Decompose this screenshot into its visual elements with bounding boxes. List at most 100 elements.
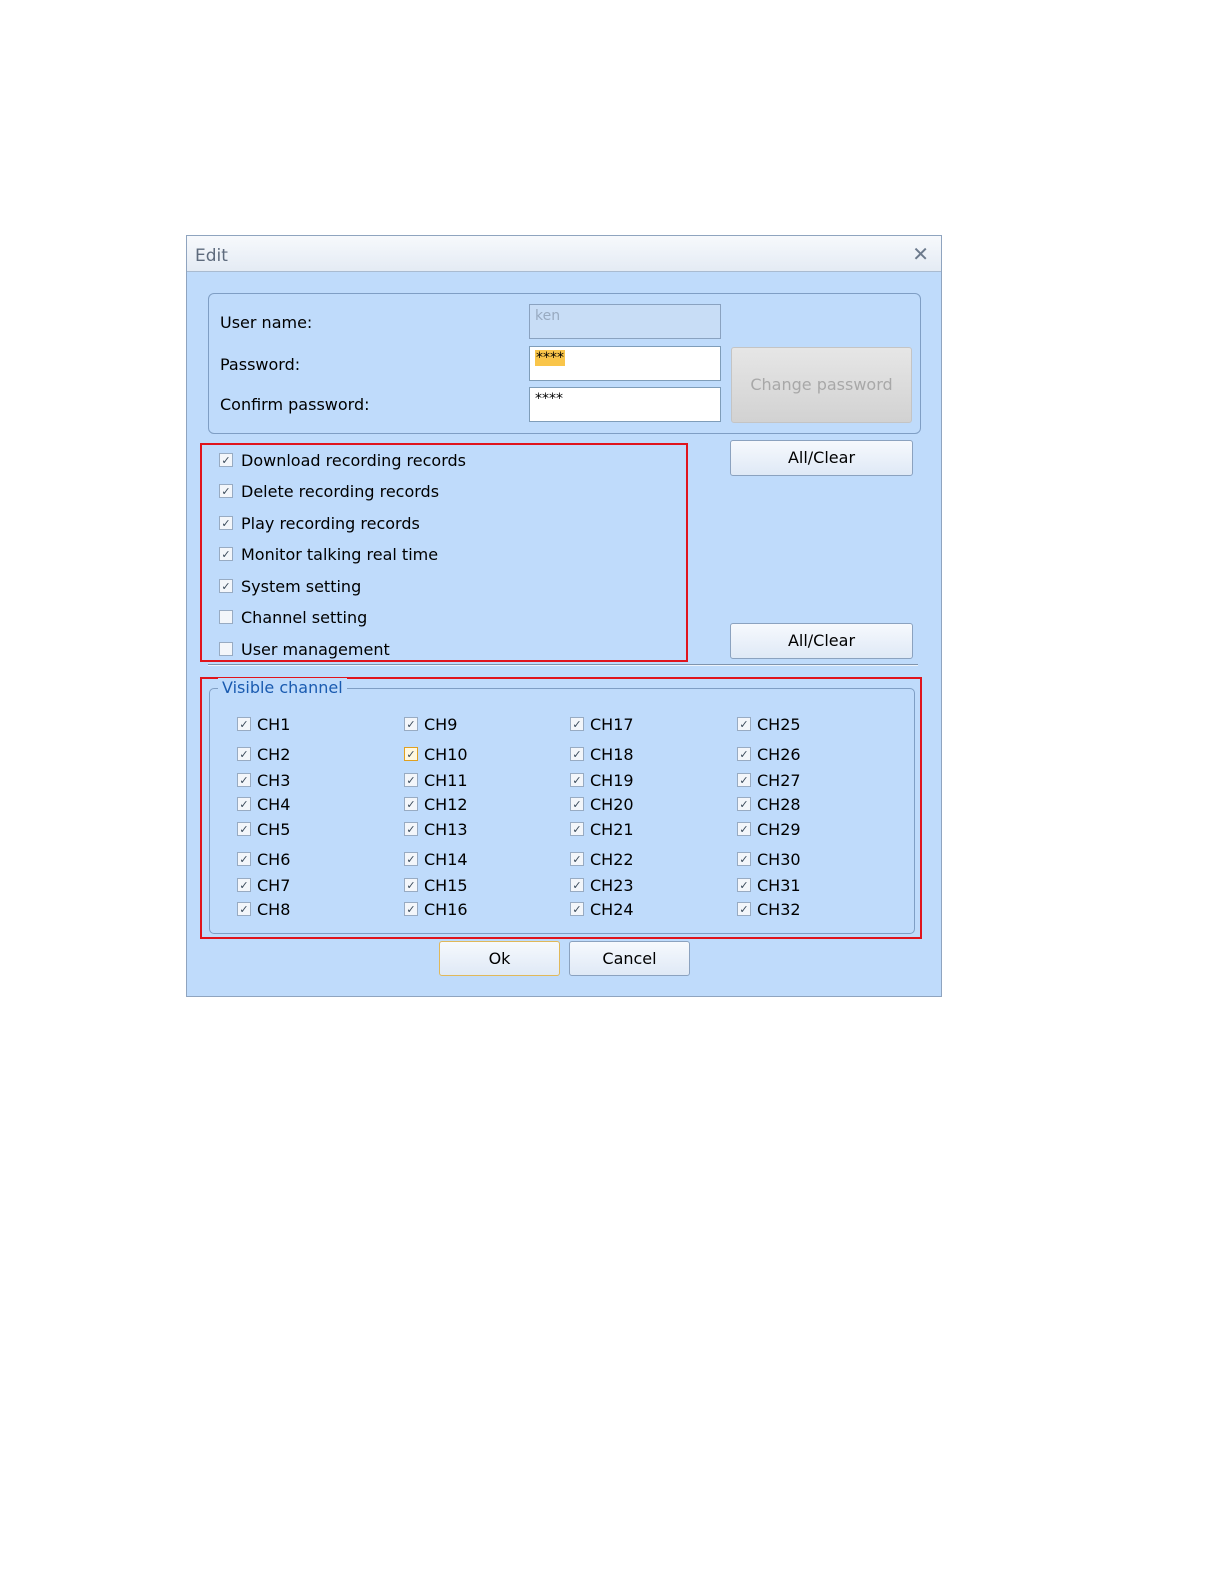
channel-checkbox[interactable]: ✓	[237, 717, 251, 731]
permission-item[interactable]: ✓ System setting	[219, 575, 361, 597]
channel-checkbox[interactable]: ✓	[404, 822, 418, 836]
password-field[interactable]: ****	[529, 346, 721, 381]
channel-checkbox[interactable]: ✓	[570, 773, 584, 787]
channel-checkbox[interactable]: ✓	[737, 717, 751, 731]
channel-label: CH23	[590, 875, 634, 895]
close-icon[interactable]: ✕	[912, 242, 929, 266]
channel-item[interactable]: ✓ CH24	[570, 899, 634, 919]
permission-checkbox[interactable]	[219, 642, 233, 656]
channel-item[interactable]: ✓ CH32	[737, 899, 801, 919]
channel-checkbox[interactable]: ✓	[570, 822, 584, 836]
channel-item[interactable]: ✓ CH4	[237, 794, 290, 814]
channel-checkbox[interactable]: ✓	[404, 773, 418, 787]
channel-item[interactable]: ✓ CH18	[570, 744, 634, 764]
user-name-label: User name:	[220, 313, 313, 332]
channel-item[interactable]: ✓ CH26	[737, 744, 801, 764]
channel-checkbox[interactable]: ✓	[737, 773, 751, 787]
channel-checkbox[interactable]: ✓	[737, 902, 751, 916]
channel-checkbox[interactable]: ✓	[237, 902, 251, 916]
permission-item[interactable]: ✓ Play recording records	[219, 512, 420, 534]
channel-checkbox[interactable]: ✓	[570, 878, 584, 892]
change-password-button[interactable]: Change password	[731, 347, 912, 423]
channel-item[interactable]: ✓ CH8	[237, 899, 290, 919]
permission-checkbox[interactable]: ✓	[219, 516, 233, 530]
channel-label: CH17	[590, 714, 634, 734]
permission-item[interactable]: ✓ Download recording records	[219, 449, 466, 471]
channel-checkbox[interactable]: ✓	[404, 717, 418, 731]
channel-checkbox[interactable]: ✓	[737, 822, 751, 836]
channel-item[interactable]: ✓ CH9	[404, 714, 457, 734]
credentials-panel: User name: ken Password: **** Confirm pa…	[208, 293, 921, 434]
channel-checkbox[interactable]: ✓	[737, 797, 751, 811]
user-name-field[interactable]: ken	[529, 304, 721, 339]
channel-item[interactable]: ✓ CH15	[404, 875, 468, 895]
channel-item[interactable]: ✓ CH19	[570, 770, 634, 790]
channel-item[interactable]: ✓ CH11	[404, 770, 468, 790]
permission-item[interactable]: ✓ Delete recording records	[219, 480, 439, 502]
channel-item[interactable]: ✓ CH22	[570, 849, 634, 869]
channel-checkbox[interactable]: ✓	[237, 878, 251, 892]
password-label: Password:	[220, 355, 301, 374]
permission-checkbox[interactable]	[219, 610, 233, 624]
channel-label: CH29	[757, 819, 801, 839]
channel-checkbox[interactable]: ✓	[237, 822, 251, 836]
channel-item[interactable]: ✓ CH29	[737, 819, 801, 839]
channel-item[interactable]: ✓ CH17	[570, 714, 634, 734]
channel-item[interactable]: ✓ CH12	[404, 794, 468, 814]
channel-item[interactable]: ✓ CH31	[737, 875, 801, 895]
channel-checkbox[interactable]: ✓	[737, 747, 751, 761]
channel-item[interactable]: ✓ CH20	[570, 794, 634, 814]
channel-checkbox[interactable]: ✓	[570, 902, 584, 916]
channel-item[interactable]: ✓ CH5	[237, 819, 290, 839]
channel-item[interactable]: ✓ CH25	[737, 714, 801, 734]
channel-checkbox[interactable]: ✓	[737, 852, 751, 866]
channel-item[interactable]: ✓ CH28	[737, 794, 801, 814]
cancel-button[interactable]: Cancel	[569, 941, 690, 976]
channel-item[interactable]: ✓ CH3	[237, 770, 290, 790]
section-divider	[208, 664, 918, 666]
channel-item[interactable]: ✓ CH16	[404, 899, 468, 919]
channel-item[interactable]: ✓ CH23	[570, 875, 634, 895]
permission-checkbox[interactable]: ✓	[219, 579, 233, 593]
channel-item[interactable]: ✓ CH1	[237, 714, 290, 734]
channel-checkbox[interactable]: ✓	[570, 797, 584, 811]
channel-item[interactable]: ✓ CH21	[570, 819, 634, 839]
permission-checkbox[interactable]: ✓	[219, 453, 233, 467]
channels-all-clear-button[interactable]: All/Clear	[730, 623, 913, 659]
channel-checkbox[interactable]: ✓	[737, 878, 751, 892]
ok-button[interactable]: Ok	[439, 941, 560, 976]
permissions-all-clear-button[interactable]: All/Clear	[730, 440, 913, 476]
channel-item[interactable]: ✓ CH27	[737, 770, 801, 790]
channel-checkbox[interactable]: ✓	[237, 852, 251, 866]
confirm-password-field[interactable]: ****	[529, 387, 721, 422]
channel-label: CH30	[757, 849, 801, 869]
channel-checkbox[interactable]: ✓	[404, 852, 418, 866]
channel-checkbox[interactable]: ✓	[404, 797, 418, 811]
channel-checkbox[interactable]: ✓	[570, 852, 584, 866]
channel-item[interactable]: ✓ CH30	[737, 849, 801, 869]
channel-label: CH2	[257, 744, 291, 764]
permission-checkbox[interactable]: ✓	[219, 484, 233, 498]
channel-label: CH10	[424, 744, 468, 764]
channel-checkbox[interactable]: ✓	[404, 902, 418, 916]
channel-item[interactable]: ✓ CH14	[404, 849, 468, 869]
channel-item[interactable]: ✓ CH13	[404, 819, 468, 839]
channel-item[interactable]: ✓ CH7	[237, 875, 290, 895]
channel-item[interactable]: ✓ CH2	[237, 744, 290, 764]
channel-checkbox[interactable]: ✓	[570, 747, 584, 761]
channel-item[interactable]: ✓ CH10	[404, 744, 468, 764]
channel-checkbox[interactable]: ✓	[237, 773, 251, 787]
channel-checkbox[interactable]: ✓	[237, 747, 251, 761]
channel-checkbox[interactable]: ✓	[237, 797, 251, 811]
channel-label: CH11	[424, 770, 468, 790]
channel-item[interactable]: ✓ CH6	[237, 849, 290, 869]
permission-checkbox[interactable]: ✓	[219, 547, 233, 561]
channel-label: CH4	[257, 794, 291, 814]
permission-item[interactable]: User management	[219, 638, 390, 660]
channel-checkbox[interactable]: ✓	[404, 878, 418, 892]
channel-checkbox[interactable]: ✓	[570, 717, 584, 731]
channel-checkbox[interactable]: ✓	[404, 747, 418, 761]
channel-label: CH25	[757, 714, 801, 734]
permission-item[interactable]: ✓ Monitor talking real time	[219, 543, 438, 565]
permission-item[interactable]: Channel setting	[219, 606, 367, 628]
